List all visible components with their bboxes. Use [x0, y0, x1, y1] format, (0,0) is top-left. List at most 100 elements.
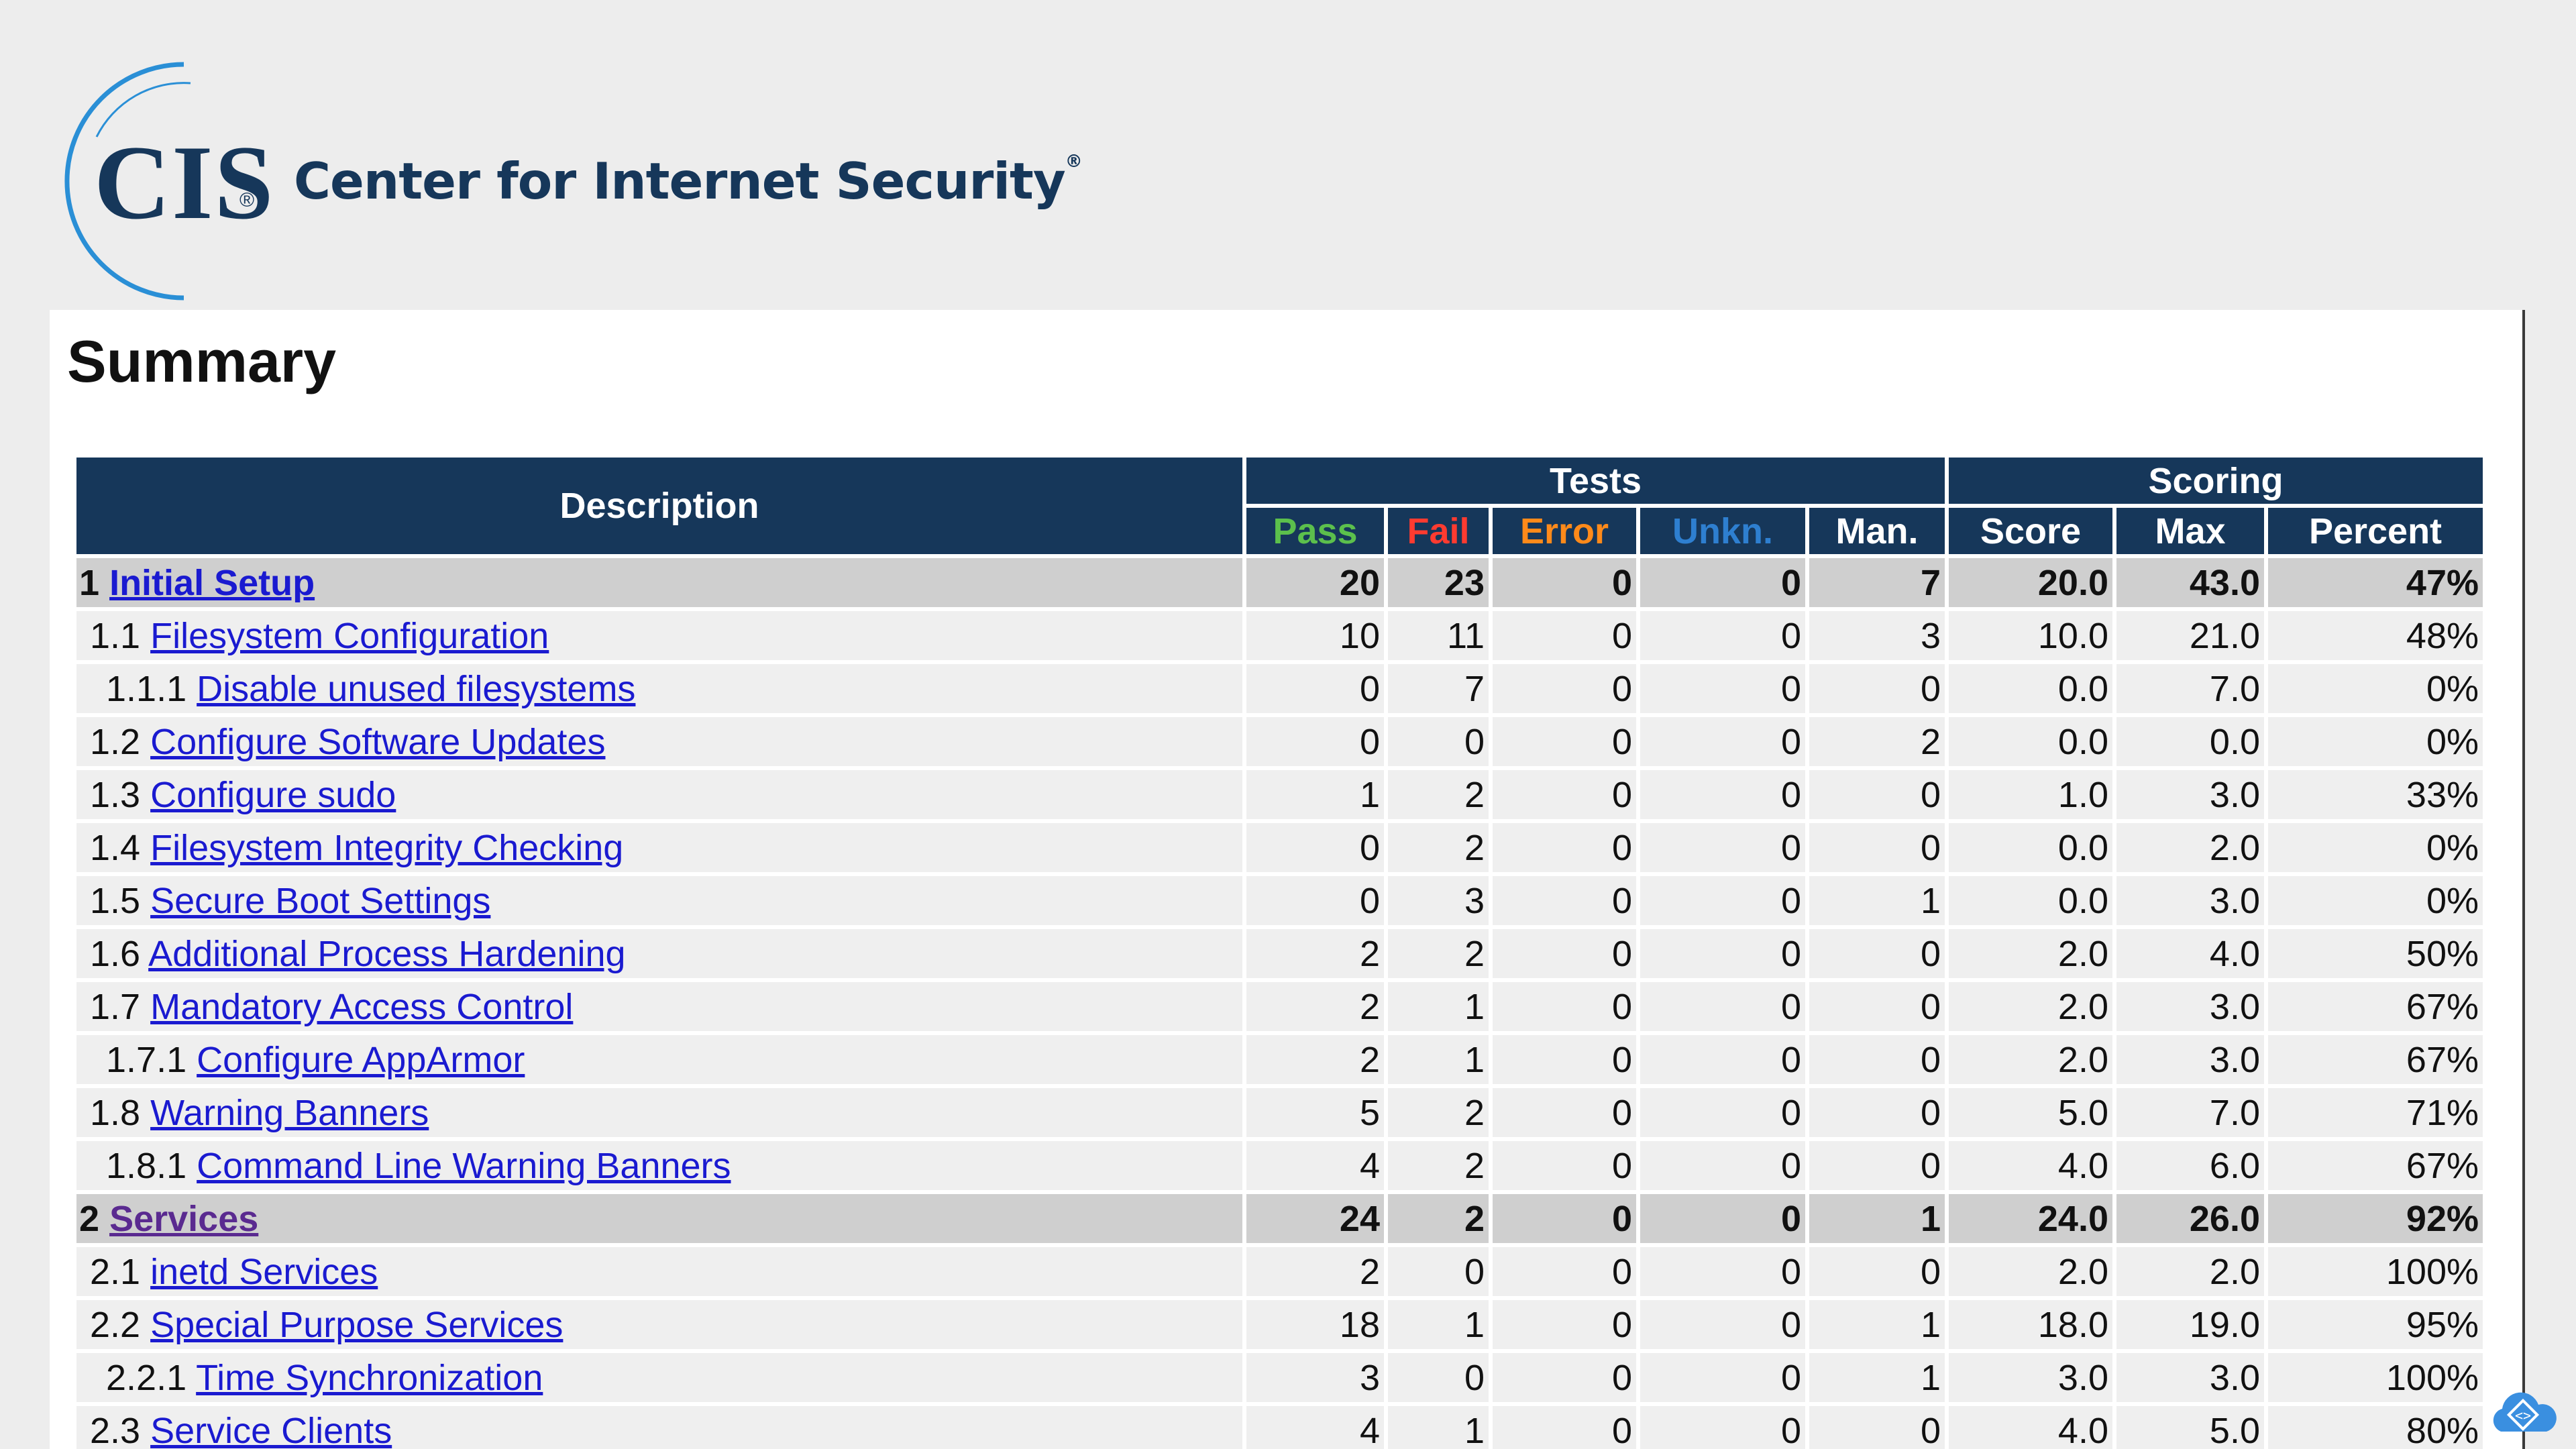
table-row: 1.7 Mandatory Access Control 2 1 0 0 0 2…	[76, 982, 2483, 1031]
column-header-error: Error	[1493, 508, 1636, 554]
section-link[interactable]: inetd Services	[150, 1252, 378, 1292]
section-link[interactable]: Configure AppArmor	[197, 1040, 525, 1080]
cell-error: 0	[1493, 611, 1636, 660]
section-link[interactable]: Initial Setup	[109, 563, 315, 603]
org-name: Center for Internet Security®	[294, 152, 1083, 211]
cell-error: 0	[1493, 1353, 1636, 1402]
row-description: 2.2.1 Time Synchronization	[76, 1353, 1242, 1402]
column-header-description: Description	[76, 458, 1242, 554]
cell-fail: 23	[1388, 558, 1489, 607]
section-number: 1.7.1	[106, 1039, 187, 1080]
section-number: 1.1.1	[106, 668, 187, 709]
cell-percent: 50%	[2268, 929, 2483, 978]
section-link[interactable]: Warning Banners	[150, 1093, 429, 1133]
cell-pass: 0	[1246, 664, 1384, 713]
cell-percent: 67%	[2268, 1035, 2483, 1084]
cell-pass: 18	[1246, 1300, 1384, 1349]
cell-percent: 100%	[2268, 1247, 2483, 1296]
table-row: 1.1 Filesystem Configuration 10 11 0 0 3…	[76, 611, 2483, 660]
section-link[interactable]: Filesystem Configuration	[150, 616, 549, 656]
table-row: 1.1.1 Disable unused filesystems 0 7 0 0…	[76, 664, 2483, 713]
cloud-code-icon[interactable]: <>	[2486, 1382, 2560, 1442]
cell-max: 3.0	[2116, 1353, 2264, 1402]
table-row: 1 Initial Setup 20 23 0 0 7 20.0 43.0 47…	[76, 558, 2483, 607]
table-row: 2.3 Service Clients 4 1 0 0 0 4.0 5.0 80…	[76, 1406, 2483, 1449]
table-row: 1.5 Secure Boot Settings 0 3 0 0 1 0.0 3…	[76, 876, 2483, 925]
cell-max: 6.0	[2116, 1141, 2264, 1190]
cell-pass: 1	[1246, 770, 1384, 819]
cell-manual: 1	[1809, 1194, 1945, 1243]
section-number: 1.7	[90, 986, 141, 1027]
cell-unknown: 0	[1640, 1035, 1805, 1084]
section-link[interactable]: Mandatory Access Control	[150, 987, 573, 1027]
cell-fail: 2	[1388, 823, 1489, 872]
cell-score: 0.0	[1949, 717, 2112, 766]
page-title: Summary	[67, 328, 337, 394]
cell-fail: 11	[1388, 611, 1489, 660]
cell-error: 0	[1493, 1141, 1636, 1190]
table-row: 1.3 Configure sudo 1 2 0 0 0 1.0 3.0 33%	[76, 770, 2483, 819]
cis-logo: CIS ® Center for Internet Security®	[50, 56, 1083, 305]
cell-pass: 3	[1246, 1353, 1384, 1402]
section-number: 1.8.1	[106, 1145, 187, 1186]
table-row: 1.8.1 Command Line Warning Banners 4 2 0…	[76, 1141, 2483, 1190]
cell-percent: 80%	[2268, 1406, 2483, 1449]
section-link[interactable]: Configure Software Updates	[150, 722, 605, 762]
cell-score: 2.0	[1949, 1247, 2112, 1296]
section-link[interactable]: Additional Process Hardening	[148, 934, 625, 974]
cell-percent: 0%	[2268, 717, 2483, 766]
cell-percent: 71%	[2268, 1088, 2483, 1137]
column-group-tests: Tests	[1246, 458, 1945, 504]
section-number: 1.1	[90, 615, 141, 656]
section-link[interactable]: Disable unused filesystems	[197, 669, 635, 709]
section-link[interactable]: Special Purpose Services	[150, 1305, 563, 1345]
cell-fail: 0	[1388, 1353, 1489, 1402]
column-group-scoring: Scoring	[1949, 458, 2483, 504]
cell-unknown: 0	[1640, 664, 1805, 713]
section-link[interactable]: Configure sudo	[150, 775, 396, 815]
cell-manual: 1	[1809, 1300, 1945, 1349]
cell-unknown: 0	[1640, 1141, 1805, 1190]
cell-score: 24.0	[1949, 1194, 2112, 1243]
section-number: 2.1	[90, 1251, 141, 1292]
cell-unknown: 0	[1640, 1088, 1805, 1137]
cell-max: 7.0	[2116, 664, 2264, 713]
cell-max: 26.0	[2116, 1194, 2264, 1243]
cell-unknown: 0	[1640, 823, 1805, 872]
table-row: 2.2 Special Purpose Services 18 1 0 0 1 …	[76, 1300, 2483, 1349]
section-link[interactable]: Secure Boot Settings	[150, 881, 490, 921]
section-link[interactable]: Command Line Warning Banners	[197, 1146, 731, 1186]
section-link[interactable]: Service Clients	[150, 1411, 392, 1449]
cell-unknown: 0	[1640, 611, 1805, 660]
cell-manual: 1	[1809, 876, 1945, 925]
cell-max: 4.0	[2116, 929, 2264, 978]
cell-unknown: 0	[1640, 1406, 1805, 1449]
cell-percent: 0%	[2268, 823, 2483, 872]
cell-percent: 47%	[2268, 558, 2483, 607]
section-link[interactable]: Filesystem Integrity Checking	[150, 828, 623, 868]
row-description: 1 Initial Setup	[76, 558, 1242, 607]
cell-manual: 0	[1809, 1088, 1945, 1137]
row-description: 1.3 Configure sudo	[76, 770, 1242, 819]
cell-manual: 7	[1809, 558, 1945, 607]
row-description: 1.1 Filesystem Configuration	[76, 611, 1242, 660]
cell-error: 0	[1493, 876, 1636, 925]
cell-error: 0	[1493, 1247, 1636, 1296]
cell-error: 0	[1493, 1088, 1636, 1137]
section-link[interactable]: Services	[109, 1199, 258, 1239]
cell-manual: 0	[1809, 1035, 1945, 1084]
cell-unknown: 0	[1640, 717, 1805, 766]
cell-percent: 100%	[2268, 1353, 2483, 1402]
cell-max: 3.0	[2116, 876, 2264, 925]
row-description: 2.3 Service Clients	[76, 1406, 1242, 1449]
section-link[interactable]: Time Synchronization	[196, 1358, 543, 1398]
table-row: 1.4 Filesystem Integrity Checking 0 2 0 …	[76, 823, 2483, 872]
cell-error: 0	[1493, 664, 1636, 713]
cell-score: 0.0	[1949, 876, 2112, 925]
cell-pass: 0	[1246, 876, 1384, 925]
cell-manual: 0	[1809, 823, 1945, 872]
row-description: 2.2 Special Purpose Services	[76, 1300, 1242, 1349]
table-row: 1.8 Warning Banners 5 2 0 0 0 5.0 7.0 71…	[76, 1088, 2483, 1137]
cell-unknown: 0	[1640, 770, 1805, 819]
cell-pass: 4	[1246, 1406, 1384, 1449]
